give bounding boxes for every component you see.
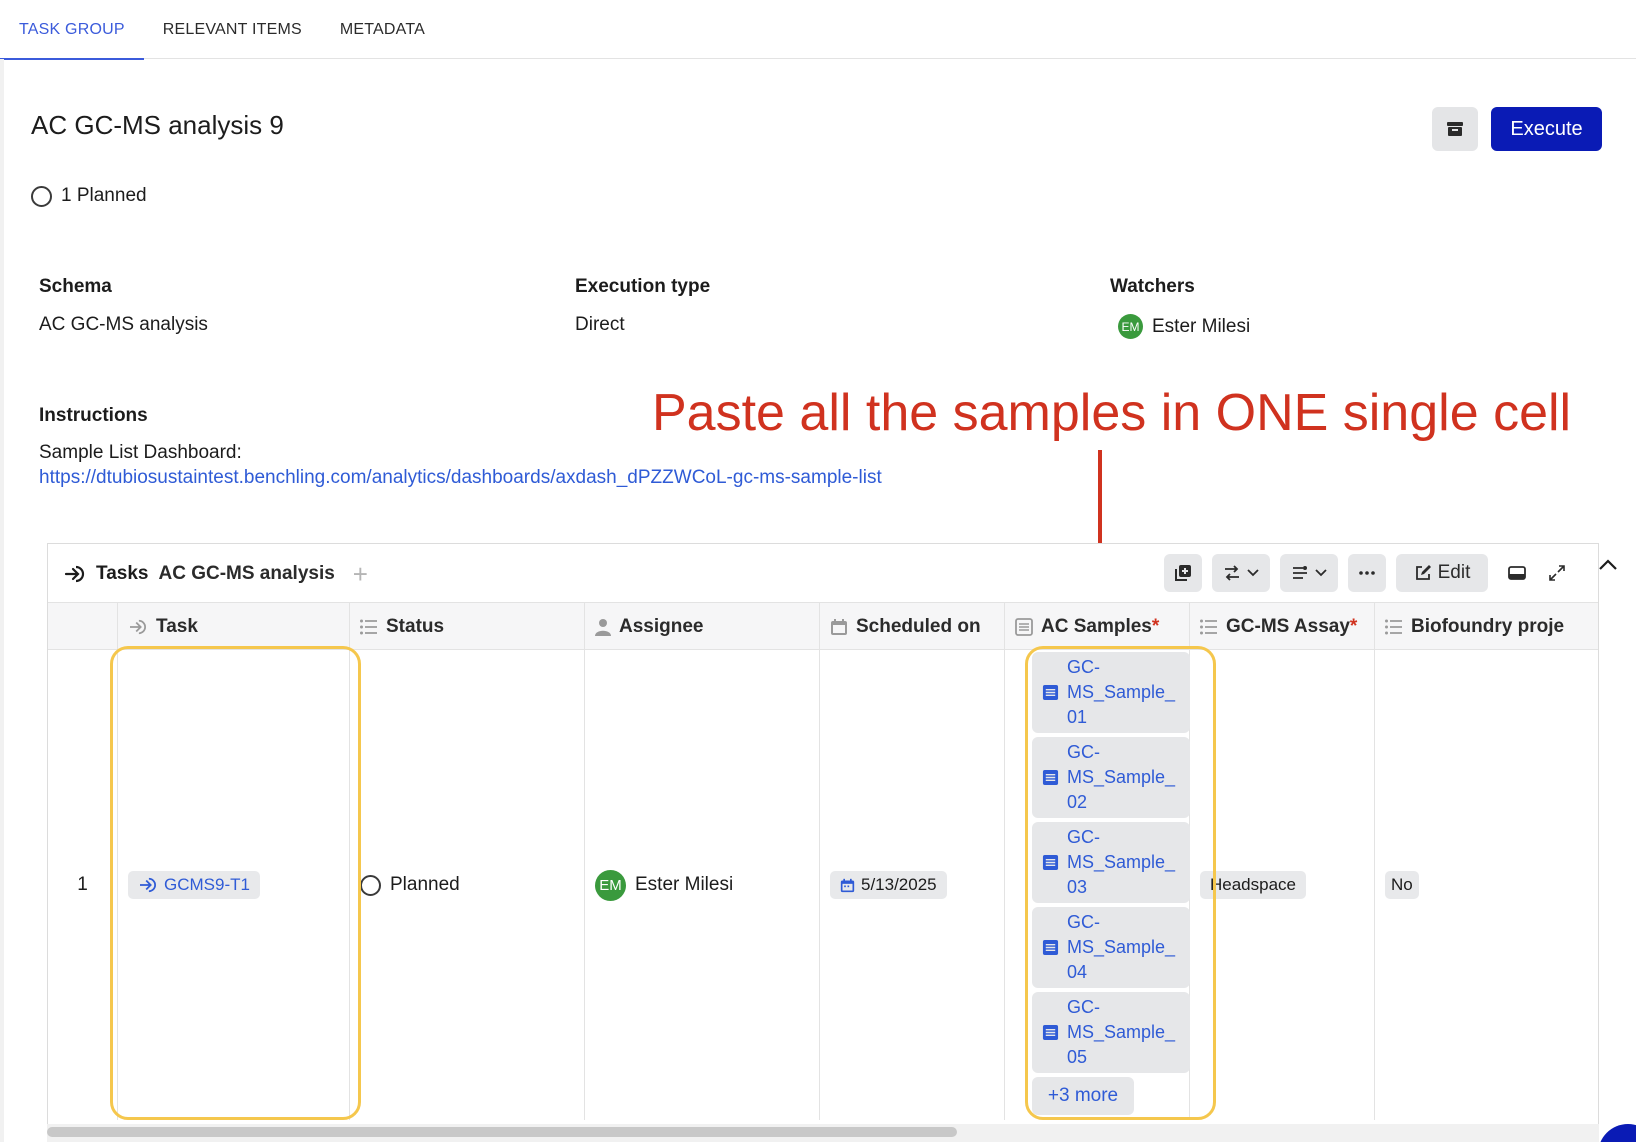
person-icon [595, 618, 611, 636]
sort-dropdown-button[interactable] [1212, 554, 1270, 592]
table-schema-name: AC GC-MS analysis [158, 563, 335, 584]
annotation-text: Paste all the samples in ONE single cell [652, 384, 1572, 442]
edit-icon [1415, 565, 1431, 580]
watcher-name: Ester Milesi [1152, 315, 1251, 337]
schema-label: Schema [39, 276, 112, 297]
chevron-down-icon [1247, 569, 1259, 577]
collapse-table-button[interactable] [1598, 558, 1618, 576]
planned-status-icon [360, 874, 381, 896]
list-icon [1385, 619, 1403, 635]
calendar-icon [830, 618, 848, 636]
biofoundry-project-cell[interactable]: No [1375, 650, 1598, 1120]
list-icon [1200, 619, 1218, 635]
planned-summary-text: 1 Planned [61, 185, 147, 206]
biofoundry-chip: No [1385, 871, 1419, 899]
schema-value: AC GC-MS analysis [39, 314, 208, 335]
split-view-button[interactable] [1500, 554, 1534, 592]
required-marker: * [1349, 615, 1358, 637]
planned-summary: 1 Planned [31, 185, 147, 207]
expand-icon [1549, 565, 1565, 581]
status-cell[interactable]: Planned [350, 650, 585, 1120]
scheduled-on-cell[interactable]: 5/13/2025 [820, 650, 1005, 1120]
column-header-assignee[interactable]: Assignee [585, 603, 820, 650]
sort-icon [1225, 565, 1239, 581]
column-header-label: Task [156, 615, 198, 637]
scheduled-date-chip: 5/13/2025 [830, 871, 947, 899]
table-toolbar: Tasks AC GC-MS analysis + Edit [48, 544, 1598, 602]
gc-ms-assay-cell[interactable]: Headspace [1190, 650, 1375, 1120]
row-number: 1 [48, 650, 118, 1120]
filter-dropdown-button[interactable] [1280, 554, 1338, 592]
scheduled-date: 5/13/2025 [861, 875, 937, 894]
column-header-label: AC Samples [1041, 615, 1152, 637]
required-marker: * [1151, 615, 1160, 637]
task-cell-highlight [110, 646, 361, 1120]
table-title: Tasks AC GC-MS analysis + [64, 561, 368, 587]
help-button[interactable] [1598, 1124, 1636, 1142]
column-header-task[interactable]: Task [118, 603, 350, 650]
status-text: Planned [390, 874, 460, 895]
column-header-label: GC-MS Assay [1226, 615, 1350, 637]
row-number-header [48, 603, 118, 650]
planned-status-icon [31, 185, 52, 207]
column-header-label: Status [386, 615, 445, 637]
entity-icon [1015, 617, 1033, 636]
watchers-label: Watchers [1110, 276, 1195, 297]
assignee-cell[interactable]: EM Ester Milesi [585, 650, 820, 1120]
instructions-text: Sample List Dashboard: [39, 442, 242, 463]
execution-type-label: Execution type [575, 276, 711, 297]
column-header-scheduled-on[interactable]: Scheduled on [820, 603, 1005, 650]
expand-button[interactable] [1540, 554, 1574, 592]
tab-metadata[interactable]: METADATA [321, 0, 444, 59]
scrollbar-thumb[interactable] [47, 1127, 957, 1137]
task-icon [128, 619, 148, 635]
tab-relevant-items[interactable]: RELEVANT ITEMS [144, 0, 321, 59]
list-icon [360, 619, 378, 635]
instructions-label: Instructions [39, 405, 148, 426]
execute-button[interactable]: Execute [1491, 107, 1602, 151]
add-task-button[interactable] [1164, 554, 1202, 592]
archive-icon [1447, 122, 1463, 136]
chevron-down-icon [1315, 569, 1327, 577]
samples-cell-highlight [1025, 646, 1216, 1120]
table-header-row: Task Status Assignee Scheduled on AC Sam… [48, 602, 1598, 650]
panel-bottom-icon [1508, 566, 1526, 580]
tab-task-group[interactable]: TASK GROUP [0, 0, 144, 60]
filter-icon [1293, 566, 1307, 579]
tab-bar: TASK GROUP RELEVANT ITEMS METADATA [0, 0, 1636, 60]
watcher-entry[interactable]: EM Ester Milesi [1118, 314, 1250, 339]
column-header-status[interactable]: Status [350, 603, 585, 650]
avatar: EM [1118, 314, 1143, 339]
left-edge-divider [0, 59, 4, 1142]
task-icon [64, 565, 85, 583]
avatar: EM [595, 869, 626, 901]
more-options-button[interactable] [1348, 554, 1386, 592]
execution-type-value: Direct [575, 314, 625, 335]
edit-button[interactable]: Edit [1396, 554, 1488, 592]
page-title: AC GC-MS analysis 9 [31, 110, 284, 140]
sample-list-dashboard-link[interactable]: https://dtubiosustaintest.benchling.com/… [39, 467, 882, 489]
column-header-gc-ms-assay[interactable]: GC-MS Assay * [1190, 603, 1375, 650]
edit-button-label: Edit [1437, 562, 1471, 583]
column-header-label: Biofoundry proje [1411, 615, 1565, 637]
calendar-icon [840, 878, 855, 892]
column-header-label: Scheduled on [856, 615, 981, 637]
archive-button[interactable] [1432, 107, 1478, 151]
column-header-ac-samples[interactable]: AC Samples * [1005, 603, 1190, 650]
table-title-label: Tasks [96, 563, 149, 584]
horizontal-scrollbar[interactable] [47, 1124, 1599, 1142]
column-header-label: Assignee [619, 615, 704, 637]
add-column-plus-icon[interactable]: + [353, 561, 368, 587]
column-header-biofoundry-project[interactable]: Biofoundry proje [1375, 603, 1598, 650]
duplicate-icon [1175, 565, 1191, 581]
chevron-up-icon [1599, 559, 1617, 570]
assignee-name: Ester Milesi [635, 874, 734, 895]
more-horizontal-icon [1359, 571, 1375, 575]
